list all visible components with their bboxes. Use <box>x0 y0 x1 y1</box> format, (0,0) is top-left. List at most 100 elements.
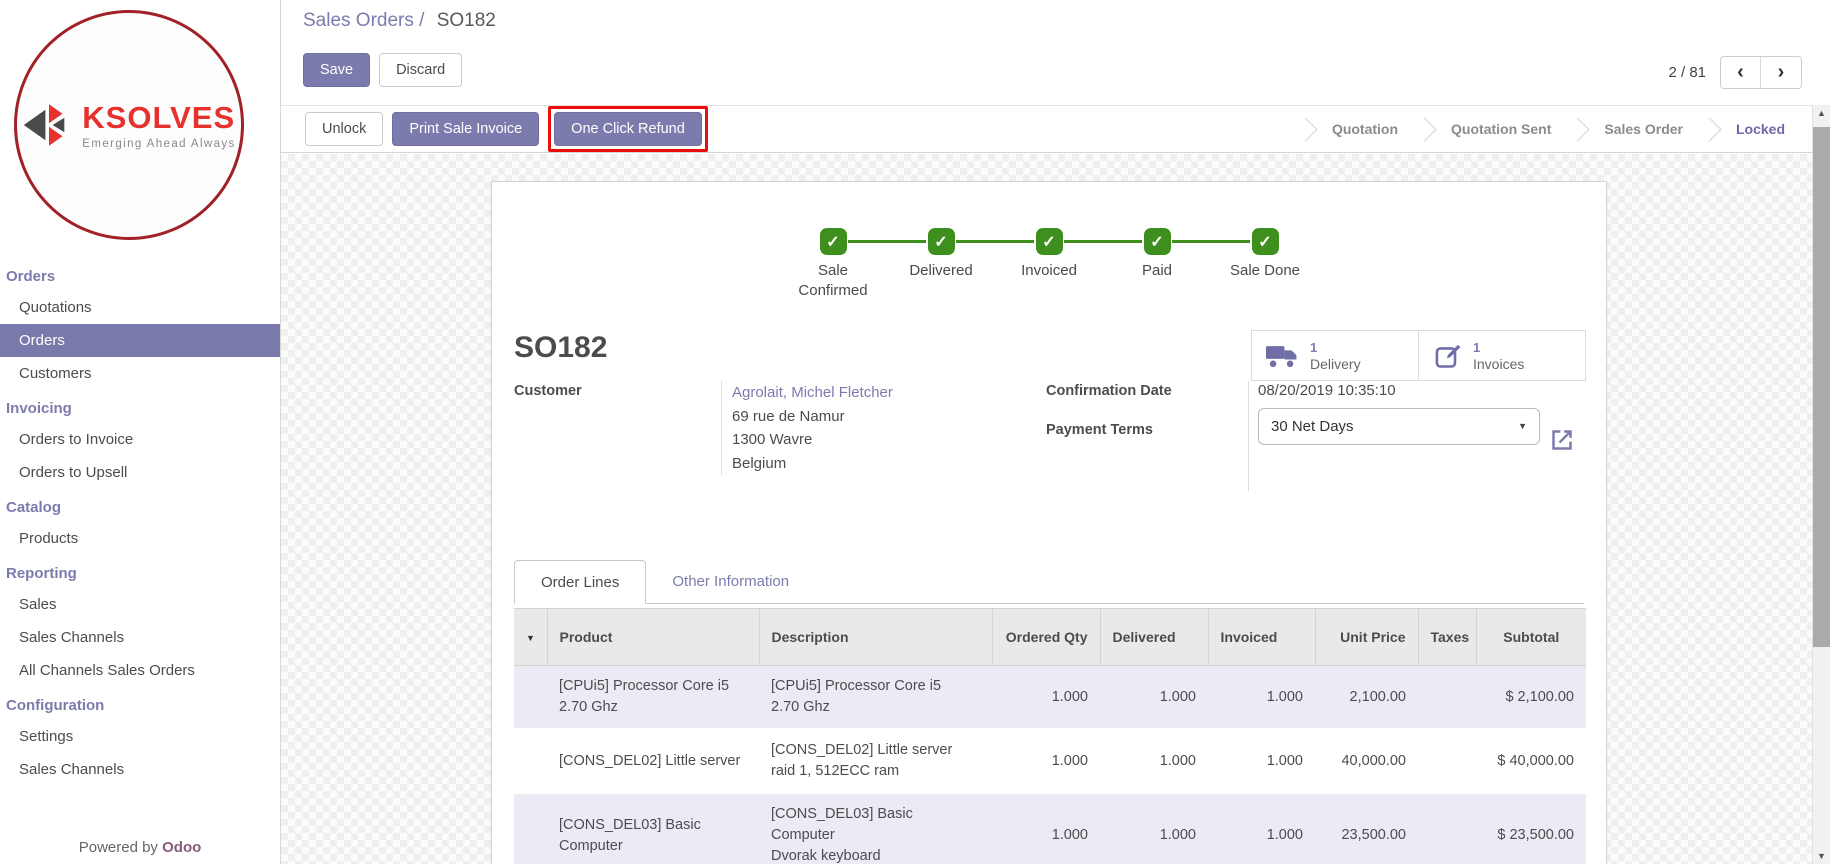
save-button[interactable]: Save <box>303 53 370 87</box>
cell-product: [CONS_DEL02] Little server <box>547 729 759 793</box>
breadcrumb-sales-orders[interactable]: Sales Orders <box>303 10 414 31</box>
progress-step-label: Delivered <box>909 261 972 281</box>
brand-name: KSOLVES <box>82 100 235 136</box>
cell-subtotal: $ 2,100.00 <box>1476 666 1586 730</box>
cell-delivered: 1.000 <box>1100 793 1208 864</box>
payment-terms-select[interactable]: 30 Net Days ▼ <box>1258 408 1540 445</box>
customer-label: Customer <box>514 383 582 399</box>
one-click-refund-button[interactable]: One Click Refund <box>554 112 702 146</box>
edit-invoice-icon <box>1433 342 1463 370</box>
statusbar: Quotation Quotation Sent Sales Order Loc… <box>1306 106 1812 152</box>
discard-button[interactable]: Discard <box>379 53 462 87</box>
ksolves-logo-icon <box>22 97 76 153</box>
chevron-down-icon: ▼ <box>1518 409 1527 444</box>
tab-order-lines[interactable]: Order Lines <box>514 560 646 604</box>
cell-product: [CPUi5] Processor Core i52.70 Ghz <box>547 666 759 730</box>
progress-step-sale-done: ✓ Sale Done <box>1211 228 1319 301</box>
payment-terms-value: 30 Net Days <box>1271 418 1354 435</box>
powered-by-odoo: Powered by Odoo <box>0 839 280 856</box>
customer-address-line: 69 rue de Namur <box>732 405 893 429</box>
invoices-count: 1 <box>1473 340 1524 356</box>
customer-address-line: Belgium <box>732 452 893 476</box>
smart-buttons: 1 Delivery 1 Invoices <box>1251 330 1586 381</box>
status-locked[interactable]: Locked <box>1709 106 1812 152</box>
progress-step-label: Paid <box>1142 261 1172 281</box>
status-quotation[interactable]: Quotation <box>1305 106 1425 152</box>
sidebar-item-orders-to-upsell[interactable]: Orders to Upsell <box>0 456 280 489</box>
cell-taxes <box>1418 793 1476 864</box>
col-header-description[interactable]: Description <box>759 609 992 666</box>
confirmation-date-value: 08/20/2019 10:35:10 <box>1258 382 1578 399</box>
tab-other-information[interactable]: Other Information <box>646 559 815 603</box>
sidebar-item-settings[interactable]: Settings <box>0 720 280 753</box>
field-group: Customer Agrolait, Michel Fletcher 69 ru… <box>492 383 1606 533</box>
menu-heading-reporting: Reporting <box>0 555 280 588</box>
sidebar-menu: Orders Quotations Orders Customers Invoi… <box>0 258 280 786</box>
truck-icon <box>1266 343 1300 369</box>
sidebar-item-all-channels-sales-orders[interactable]: All Channels Sales Orders <box>0 654 280 687</box>
cell-unit-price: 40,000.00 <box>1315 729 1418 793</box>
cell-product: [CONS_DEL03] BasicComputer <box>547 793 759 864</box>
progress-step-sale-confirmed: ✓ Sale Confirmed <box>779 228 887 301</box>
col-header-subtotal[interactable]: Subtotal <box>1476 609 1586 666</box>
external-link-icon[interactable] <box>1549 427 1575 458</box>
vertical-scrollbar[interactable]: ▲ ▼ <box>1812 105 1830 864</box>
check-icon: ✓ <box>1036 228 1063 255</box>
customer-link[interactable]: Agrolait, Michel Fletcher <box>732 381 893 405</box>
cell-description: [CONS_DEL03] BasicComputerDvorak keyboar… <box>759 793 992 864</box>
print-sale-invoice-button[interactable]: Print Sale Invoice <box>392 112 539 146</box>
table-row[interactable]: [CONS_DEL02] Little server [CONS_DEL02] … <box>514 729 1586 793</box>
breadcrumb-separator: / <box>414 10 430 31</box>
progress-step-invoiced: ✓ Invoiced <box>995 228 1103 301</box>
unlock-button[interactable]: Unlock <box>305 112 383 146</box>
progress-step-delivered: ✓ Delivered <box>887 228 995 301</box>
sidebar-item-sales-channels-config[interactable]: Sales Channels <box>0 753 280 786</box>
invoices-smart-button[interactable]: 1 Invoices <box>1418 331 1585 380</box>
cell-taxes <box>1418 729 1476 793</box>
company-logo: KSOLVES Emerging Ahead Always <box>14 10 244 240</box>
odoo-link[interactable]: Odoo <box>162 839 201 856</box>
col-header-delivered[interactable]: Delivered <box>1100 609 1208 666</box>
table-row[interactable]: [CPUi5] Processor Core i52.70 Ghz [CPUi5… <box>514 666 1586 730</box>
cell-ordered-qty: 1.000 <box>992 666 1100 730</box>
pager-next-button[interactable]: › <box>1761 57 1801 88</box>
scrollbar-thumb[interactable] <box>1813 127 1830 647</box>
col-header-invoiced[interactable]: Invoiced <box>1208 609 1315 666</box>
col-header-product[interactable]: Product <box>547 609 759 666</box>
cell-invoiced: 1.000 <box>1208 793 1315 864</box>
sidebar-item-orders-to-invoice[interactable]: Orders to Invoice <box>0 423 280 456</box>
progress-step-label: Sale Done <box>1230 261 1300 281</box>
progress-step-paid: ✓ Paid <box>1103 228 1211 301</box>
cell-description: [CPUi5] Processor Core i52.70 Ghz <box>759 666 992 730</box>
scroll-up-icon[interactable]: ▲ <box>1813 108 1830 118</box>
status-sales-order[interactable]: Sales Order <box>1577 106 1710 152</box>
sale-progress-steps: ✓ Sale Confirmed ✓ Delivered ✓ Invoiced … <box>492 228 1606 301</box>
order-lines-table: ▼ Product Description Ordered Qty Delive… <box>514 608 1586 864</box>
status-quotation-sent[interactable]: Quotation Sent <box>1424 106 1578 152</box>
cell-invoiced: 1.000 <box>1208 729 1315 793</box>
pager-previous-button[interactable]: ‹ <box>1721 57 1761 88</box>
breadcrumb-current: SO182 <box>437 10 496 31</box>
col-header-unit-price[interactable]: Unit Price <box>1315 609 1418 666</box>
sidebar-item-products[interactable]: Products <box>0 522 280 555</box>
table-row[interactable]: [CONS_DEL03] BasicComputer [CONS_DEL03] … <box>514 793 1586 864</box>
sidebar-item-sales-channels[interactable]: Sales Channels <box>0 621 280 654</box>
sidebar-item-sales[interactable]: Sales <box>0 588 280 621</box>
cell-subtotal: $ 23,500.00 <box>1476 793 1586 864</box>
delivery-smart-button[interactable]: 1 Delivery <box>1252 331 1418 380</box>
scroll-down-icon[interactable]: ▼ <box>1813 851 1830 861</box>
sidebar-item-customers[interactable]: Customers <box>0 357 280 390</box>
col-header-taxes[interactable]: Taxes <box>1418 609 1476 666</box>
cell-description: [CONS_DEL02] Little serverraid 1, 512ECC… <box>759 729 992 793</box>
cell-delivered: 1.000 <box>1100 666 1208 730</box>
confirmation-date-label: Confirmation Date <box>1046 383 1172 399</box>
cell-taxes <box>1418 666 1476 730</box>
cell-ordered-qty: 1.000 <box>992 793 1100 864</box>
list-options-caret-icon[interactable]: ▼ <box>526 633 535 643</box>
sidebar-item-quotations[interactable]: Quotations <box>0 291 280 324</box>
cell-unit-price: 23,500.00 <box>1315 793 1418 864</box>
breadcrumb: Sales Orders / SO182 <box>303 10 496 32</box>
check-icon: ✓ <box>1144 228 1171 255</box>
sidebar-item-orders[interactable]: Orders <box>0 324 280 357</box>
col-header-ordered-qty[interactable]: Ordered Qty <box>992 609 1100 666</box>
